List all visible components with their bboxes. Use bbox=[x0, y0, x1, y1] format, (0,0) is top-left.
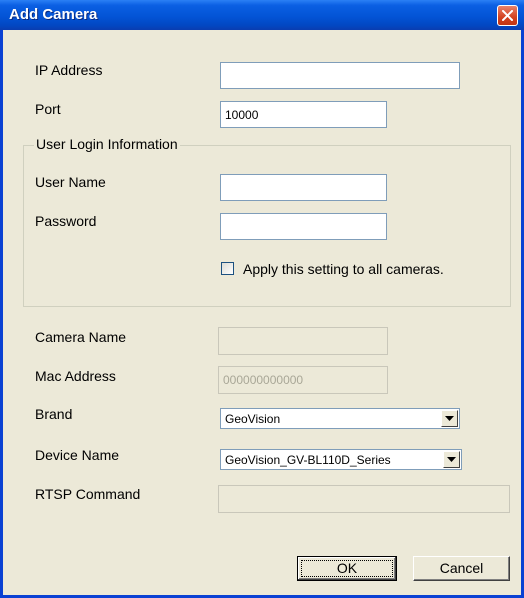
mac-address-input bbox=[218, 366, 388, 394]
apply-all-checkbox[interactable] bbox=[221, 262, 234, 275]
apply-all-label[interactable]: Apply this setting to all cameras. bbox=[243, 261, 444, 277]
camera-name-input bbox=[218, 327, 388, 355]
port-input[interactable] bbox=[220, 101, 387, 128]
ok-button[interactable]: OK bbox=[297, 556, 397, 581]
close-button[interactable] bbox=[497, 5, 518, 26]
cancel-button-label: Cancel bbox=[439, 560, 484, 576]
window-title: Add Camera bbox=[9, 6, 98, 23]
rtsp-command-label: RTSP Command bbox=[35, 486, 141, 502]
device-name-select-value: GeoVision_GV-BL110D_Series bbox=[225, 453, 391, 467]
device-name-select[interactable]: GeoVision_GV-BL110D_Series bbox=[220, 449, 462, 470]
ok-button-label: OK bbox=[336, 560, 358, 576]
ip-address-label: IP Address bbox=[35, 62, 103, 78]
port-label: Port bbox=[35, 101, 61, 117]
ip-address-input[interactable] bbox=[220, 62, 460, 89]
title-bar[interactable]: Add Camera bbox=[0, 0, 524, 30]
mac-address-label: Mac Address bbox=[35, 368, 116, 384]
device-name-dropdown-button[interactable] bbox=[443, 451, 460, 468]
brand-select-value: GeoVision bbox=[225, 412, 281, 426]
device-name-label: Device Name bbox=[35, 447, 120, 463]
password-input[interactable] bbox=[220, 213, 387, 240]
rtsp-command-input bbox=[218, 485, 510, 513]
close-icon bbox=[502, 10, 513, 21]
cancel-button[interactable]: Cancel bbox=[413, 556, 510, 581]
brand-select[interactable]: GeoVision bbox=[220, 408, 460, 429]
user-login-legend: User Login Information bbox=[34, 136, 180, 152]
brand-label: Brand bbox=[35, 406, 73, 422]
chevron-down-icon bbox=[445, 416, 454, 421]
user-name-input[interactable] bbox=[220, 174, 387, 201]
camera-name-label: Camera Name bbox=[35, 329, 127, 345]
password-label: Password bbox=[35, 213, 97, 229]
brand-dropdown-button[interactable] bbox=[441, 410, 458, 427]
user-name-label: User Name bbox=[35, 174, 106, 190]
chevron-down-icon bbox=[447, 457, 456, 462]
